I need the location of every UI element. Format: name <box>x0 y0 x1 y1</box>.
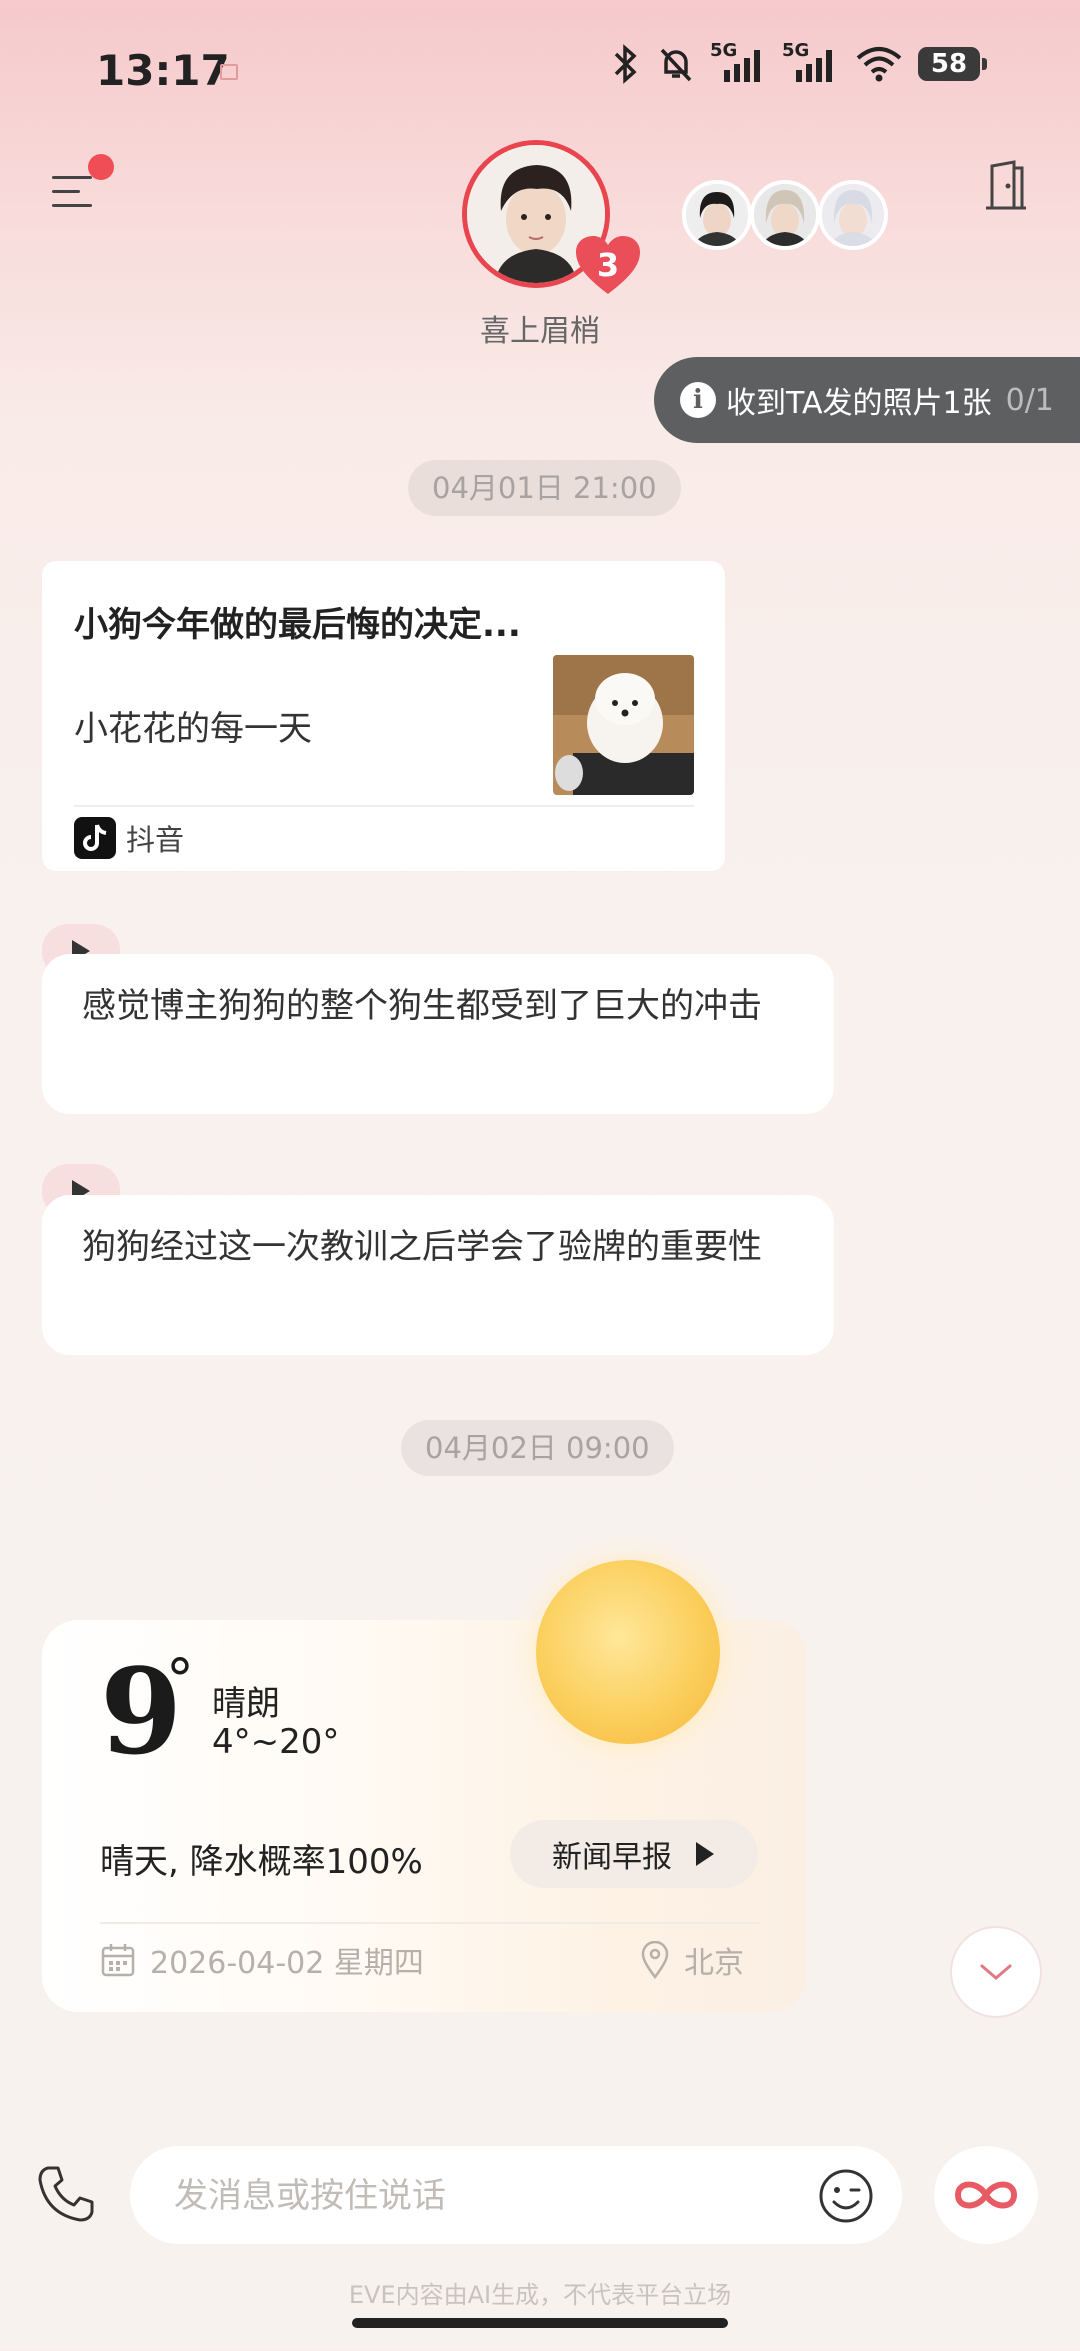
timestamp-pill: 04月02日 09:00 <box>401 1420 674 1476</box>
calendar-icon <box>101 1944 135 1977</box>
battery-level: 58 <box>930 49 968 79</box>
contact-name: 喜上眉梢 <box>480 314 600 349</box>
chevron-down-icon <box>980 1964 1012 1980</box>
divider <box>74 805 694 807</box>
heart-level-badge: 3 <box>574 234 642 296</box>
heart-count: 3 <box>596 246 620 284</box>
battery-icon: 58 <box>918 47 987 81</box>
timestamp-pill: 04月01日 21:00 <box>408 460 681 516</box>
signal-icon-2: 5G <box>782 40 840 84</box>
infinity-icon <box>954 2181 1018 2209</box>
shared-video-title: 小狗今年做的最后悔的决定... <box>74 605 521 645</box>
character-avatar-3[interactable] <box>818 180 888 250</box>
phone-call-icon[interactable] <box>34 2162 98 2230</box>
character-avatar-2[interactable] <box>750 180 820 250</box>
wifi-icon <box>856 47 902 82</box>
menu-notification-dot <box>88 154 114 180</box>
news-briefing-label: 新闻早报 <box>552 1840 672 1875</box>
weather-range: 4°~20° <box>212 1722 340 1762</box>
weather-degree-symbol: ° <box>166 1648 194 1713</box>
exit-door-icon[interactable] <box>978 158 1034 218</box>
photo-notice-pill[interactable]: i 收到TA发的照片1张 0/1 <box>654 357 1080 443</box>
weather-location-row: 北京 <box>640 1938 744 1982</box>
share-source: 抖音 <box>74 817 184 859</box>
play-icon <box>696 1842 714 1866</box>
ai-disclaimer: EVE内容由AI生成，不代表平台立场 <box>348 2281 732 2309</box>
share-source-label: 抖音 <box>126 823 185 857</box>
info-icon: i <box>680 382 716 418</box>
message-bubble[interactable]: 感觉博主狗狗的整个狗生都受到了巨大的冲击 <box>42 954 834 1114</box>
shared-video-card[interactable]: 小狗今年做的最后悔的决定... 小花花的每一天 抖音 <box>42 561 725 871</box>
weather-date: 2026-04-02 星期四 <box>150 1946 424 1981</box>
message-bubble[interactable]: 狗狗经过这一次教训之后学会了验牌的重要性 <box>42 1195 834 1355</box>
signal-icon-1: 5G <box>710 40 768 84</box>
douyin-logo-icon <box>74 817 116 859</box>
message-input[interactable] <box>172 2146 736 2246</box>
sun-icon <box>536 1560 720 1744</box>
infinity-feature-button[interactable] <box>934 2146 1038 2244</box>
weather-location: 北京 <box>684 1946 744 1981</box>
network-type-1: 5G <box>710 40 738 61</box>
weather-condition: 晴朗 <box>212 1684 280 1724</box>
status-time: 13:17 <box>96 46 230 95</box>
weather-date-row: 2026-04-02 星期四 <box>100 1938 424 1982</box>
location-pin-icon <box>641 1941 669 1979</box>
status-icons: 5G 5G 58 <box>608 40 987 84</box>
character-avatar-1[interactable] <box>682 180 752 250</box>
shared-video-author: 小花花的每一天 <box>74 709 312 749</box>
photo-notice-text: 收到TA发的照片1张 <box>726 386 992 421</box>
news-briefing-button[interactable]: 新闻早报 <box>510 1820 758 1888</box>
divider <box>100 1922 760 1924</box>
home-indicator[interactable] <box>352 2318 728 2328</box>
emoji-icon[interactable] <box>818 2168 874 2228</box>
shared-video-thumbnail <box>553 655 694 795</box>
message-input-container[interactable] <box>130 2146 902 2246</box>
bluetooth-icon <box>614 44 637 84</box>
weather-summary: 晴天, 降水概率100% <box>100 1842 423 1882</box>
photo-notice-count: 0/1 <box>1005 382 1054 418</box>
notification-indicator-icon <box>220 64 238 80</box>
network-type-2: 5G <box>782 40 810 61</box>
scroll-to-bottom-button[interactable] <box>950 1926 1042 2018</box>
mute-bell-icon <box>660 48 692 82</box>
